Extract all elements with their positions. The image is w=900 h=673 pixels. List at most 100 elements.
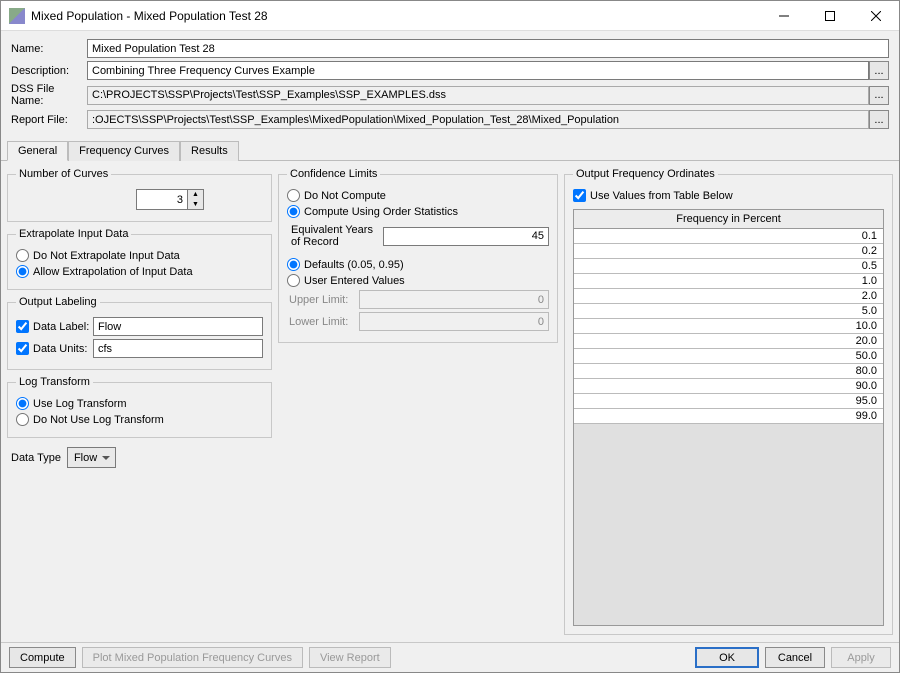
frequency-row[interactable]: 20.0 xyxy=(574,334,883,349)
frequency-row[interactable]: 50.0 xyxy=(574,349,883,364)
extrap-no-label: Do Not Extrapolate Input Data xyxy=(33,250,180,262)
equiv-years-input[interactable] xyxy=(383,227,549,246)
number-of-curves-value[interactable] xyxy=(136,189,188,210)
number-of-curves-group: Number of Curves ▲ ▼ xyxy=(7,168,272,222)
number-of-curves-legend: Number of Curves xyxy=(16,168,111,180)
output-frequency-ordinates-legend: Output Frequency Ordinates xyxy=(573,168,718,180)
cancel-button[interactable]: Cancel xyxy=(765,647,825,668)
spinner-up-button[interactable]: ▲ xyxy=(188,190,203,200)
plot-button: Plot Mixed Population Frequency Curves xyxy=(82,647,303,668)
frequency-row[interactable]: 90.0 xyxy=(574,379,883,394)
equiv-years-label: Equivalent Years of Record xyxy=(291,224,383,248)
ellipsis-icon: ... xyxy=(874,114,883,126)
frequency-row[interactable]: 0.1 xyxy=(574,229,883,244)
compute-button[interactable]: Compute xyxy=(9,647,76,668)
output-labeling-group: Output Labeling Data Label: Data Units: xyxy=(7,296,272,370)
minimize-icon xyxy=(779,11,789,21)
compute-order-radio[interactable] xyxy=(287,205,300,218)
log-transform-legend: Log Transform xyxy=(16,376,93,388)
log-no-radio[interactable] xyxy=(16,413,29,426)
tab-frequency-curves[interactable]: Frequency Curves xyxy=(68,141,180,161)
data-label-label: Data Label: xyxy=(33,321,93,333)
minimize-button[interactable] xyxy=(761,1,807,31)
frequency-row[interactable]: 0.2 xyxy=(574,244,883,259)
name-input[interactable] xyxy=(87,39,889,58)
log-no-label: Do Not Use Log Transform xyxy=(33,414,164,426)
ok-button[interactable]: OK xyxy=(695,647,759,668)
data-type-value: Flow xyxy=(74,452,97,464)
lower-limit-label: Lower Limit: xyxy=(289,316,359,328)
compute-order-label: Compute Using Order Statistics xyxy=(304,206,458,218)
frequency-row[interactable]: 80.0 xyxy=(574,364,883,379)
user-entered-radio[interactable] xyxy=(287,274,300,287)
do-not-compute-radio[interactable] xyxy=(287,189,300,202)
report-file-browse-button[interactable]: ... xyxy=(869,110,889,129)
header-form: Name: Description: ... DSS File Name: ..… xyxy=(1,31,899,138)
output-frequency-ordinates-group: Output Frequency Ordinates Use Values fr… xyxy=(564,168,893,635)
name-label: Name: xyxy=(11,43,87,55)
window-title: Mixed Population - Mixed Population Test… xyxy=(31,9,761,23)
user-entered-label: User Entered Values xyxy=(304,275,405,287)
do-not-compute-label: Do Not Compute xyxy=(304,190,386,202)
close-icon xyxy=(871,11,881,21)
description-input[interactable] xyxy=(87,61,869,80)
report-file-label: Report File: xyxy=(11,114,87,126)
frequency-row[interactable]: 2.0 xyxy=(574,289,883,304)
data-type-label: Data Type xyxy=(11,452,61,464)
frequency-row[interactable]: 0.5 xyxy=(574,259,883,274)
titlebar: Mixed Population - Mixed Population Test… xyxy=(1,1,899,31)
frequency-row[interactable]: 10.0 xyxy=(574,319,883,334)
extrap-yes-label: Allow Extrapolation of Input Data xyxy=(33,266,193,278)
data-type-select[interactable]: Flow xyxy=(67,447,116,468)
extrapolate-group: Extrapolate Input Data Do Not Extrapolat… xyxy=(7,228,272,290)
extrapolate-legend: Extrapolate Input Data xyxy=(16,228,131,240)
maximize-icon xyxy=(825,11,835,21)
frequency-row[interactable]: 99.0 xyxy=(574,409,883,424)
extrap-yes-radio[interactable] xyxy=(16,265,29,278)
view-report-button: View Report xyxy=(309,647,391,668)
maximize-button[interactable] xyxy=(807,1,853,31)
footer: Compute Plot Mixed Population Frequency … xyxy=(1,642,899,672)
frequency-table-body[interactable]: 0.10.20.51.02.05.010.020.050.080.090.095… xyxy=(574,229,883,625)
ellipsis-icon: ... xyxy=(874,89,883,101)
app-icon xyxy=(9,8,25,24)
frequency-column-header: Frequency in Percent xyxy=(574,210,883,229)
frequency-table: Frequency in Percent 0.10.20.51.02.05.01… xyxy=(573,209,884,626)
use-values-label: Use Values from Table Below xyxy=(590,190,733,202)
confidence-limits-group: Confidence Limits Do Not Compute Compute… xyxy=(278,168,558,343)
output-labeling-legend: Output Labeling xyxy=(16,296,100,308)
description-label: Description: xyxy=(11,65,87,77)
log-transform-group: Log Transform Use Log Transform Do Not U… xyxy=(7,376,272,438)
ellipsis-icon: ... xyxy=(874,65,883,77)
upper-limit-label: Upper Limit: xyxy=(289,294,359,306)
data-label-input[interactable] xyxy=(93,317,263,336)
extrap-no-radio[interactable] xyxy=(16,249,29,262)
number-of-curves-spinner[interactable]: ▲ ▼ xyxy=(136,189,204,210)
apply-button: Apply xyxy=(831,647,891,668)
dss-file-label: DSS File Name: xyxy=(11,83,87,107)
data-units-input[interactable] xyxy=(93,339,263,358)
frequency-row[interactable]: 1.0 xyxy=(574,274,883,289)
report-file-input[interactable] xyxy=(87,110,869,129)
tab-strip: General Frequency Curves Results xyxy=(1,140,899,161)
data-units-checkbox[interactable] xyxy=(16,342,29,355)
dss-file-browse-button[interactable]: ... xyxy=(869,86,889,105)
frequency-row[interactable]: 95.0 xyxy=(574,394,883,409)
log-yes-radio[interactable] xyxy=(16,397,29,410)
tab-general[interactable]: General xyxy=(7,141,68,161)
upper-limit-input xyxy=(359,290,549,309)
close-button[interactable] xyxy=(853,1,899,31)
lower-limit-input xyxy=(359,312,549,331)
frequency-row[interactable]: 5.0 xyxy=(574,304,883,319)
app-window: Mixed Population - Mixed Population Test… xyxy=(0,0,900,673)
defaults-radio[interactable] xyxy=(287,258,300,271)
data-label-checkbox[interactable] xyxy=(16,320,29,333)
use-values-checkbox[interactable] xyxy=(573,189,586,202)
dss-file-input[interactable] xyxy=(87,86,869,105)
log-yes-label: Use Log Transform xyxy=(33,398,127,410)
confidence-limits-legend: Confidence Limits xyxy=(287,168,380,180)
spinner-down-button[interactable]: ▼ xyxy=(188,200,203,210)
tab-content-general: Number of Curves ▲ ▼ Extrapolate Input D… xyxy=(1,161,899,642)
tab-results[interactable]: Results xyxy=(180,141,239,161)
description-browse-button[interactable]: ... xyxy=(869,61,889,80)
